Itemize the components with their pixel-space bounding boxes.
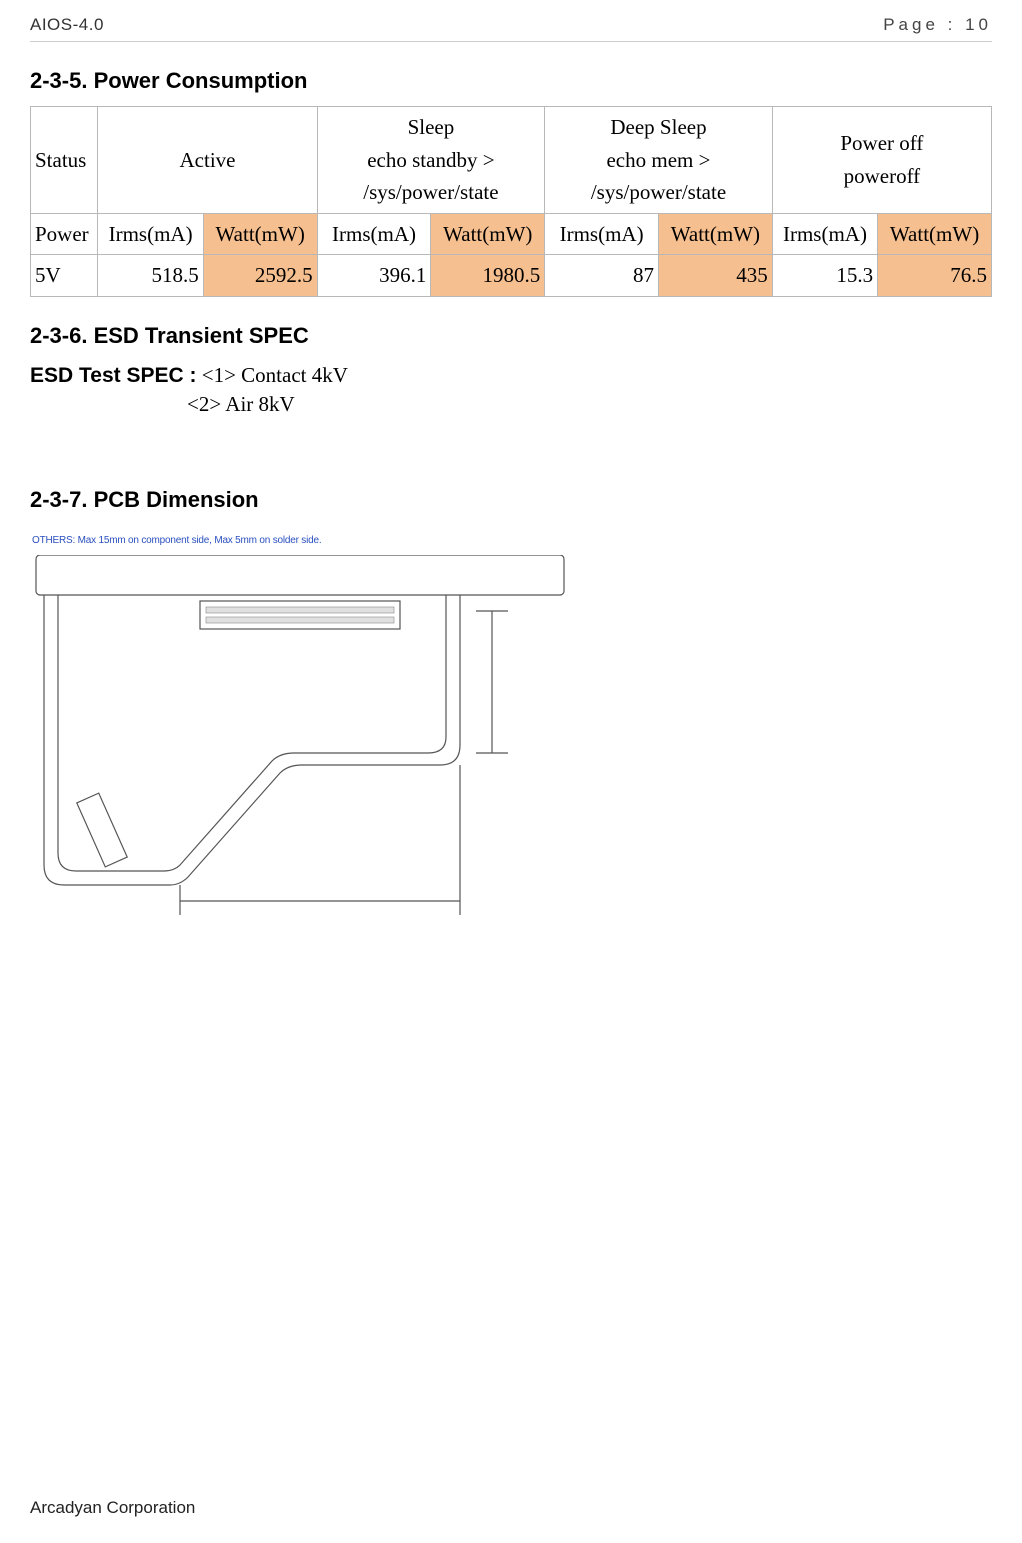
- val-deep-watt: 435: [658, 255, 772, 297]
- table-row: Power Irms(mA) Watt(mW) Irms(mA) Watt(mW…: [31, 213, 992, 255]
- section-title-esd: 2-3-6. ESD Transient SPEC: [30, 323, 992, 349]
- esd-line-2: <2> Air 8kV: [30, 392, 992, 417]
- col-header-deep-sleep: Deep Sleep echo mem > /sys/power/state: [545, 107, 773, 214]
- val-off-watt: 76.5: [878, 255, 992, 297]
- unit-watt: Watt(mW): [431, 213, 545, 255]
- esd-item2-tag: <2>: [187, 392, 221, 416]
- section-title-power-consumption: 2-3-5. Power Consumption: [30, 68, 992, 94]
- pcb-note-text: OTHERS: Max 15mm on component side, Max …: [32, 535, 321, 546]
- pcb-dimension-figure: OTHERS: Max 15mm on component side, Max …: [30, 533, 570, 978]
- table-row: Status Active Sleep echo standby > /sys/…: [31, 107, 992, 214]
- page-number: Page : 10: [883, 15, 992, 35]
- esd-label: ESD Test SPEC :: [30, 364, 196, 387]
- esd-spec-block: ESD Test SPEC : <1> Contact 4kV <2> Air …: [30, 363, 992, 417]
- unit-irms: Irms(mA): [545, 213, 659, 255]
- val-active-irms: 518.5: [98, 255, 203, 297]
- unit-irms: Irms(mA): [772, 213, 877, 255]
- pcb-drawing-icon: [30, 555, 570, 975]
- unit-watt: Watt(mW): [878, 213, 992, 255]
- page-header: AIOS-4.0 Page : 10: [30, 15, 992, 42]
- footer-company: Arcadyan Corporation: [30, 1498, 195, 1518]
- unit-watt: Watt(mW): [203, 213, 317, 255]
- power-consumption-table: Status Active Sleep echo standby > /sys/…: [30, 106, 992, 297]
- table-row: 5V 518.5 2592.5 396.1 1980.5 87 435 15.3…: [31, 255, 992, 297]
- val-active-watt: 2592.5: [203, 255, 317, 297]
- val-sleep-watt: 1980.5: [431, 255, 545, 297]
- esd-item2-val: Air 8kV: [225, 392, 294, 416]
- val-deep-irms: 87: [545, 255, 659, 297]
- esd-item1-tag: <1>: [202, 363, 236, 387]
- val-sleep-irms: 396.1: [317, 255, 431, 297]
- esd-item1-val: Contact 4kV: [241, 363, 348, 387]
- section-title-pcb: 2-3-7. PCB Dimension: [30, 487, 992, 513]
- unit-irms: Irms(mA): [317, 213, 431, 255]
- unit-irms: Irms(mA): [98, 213, 203, 255]
- unit-watt: Watt(mW): [658, 213, 772, 255]
- row-label-power: Power: [31, 213, 98, 255]
- page: AIOS-4.0 Page : 10 2-3-5. Power Consumpt…: [0, 0, 1022, 1543]
- row-label-status: Status: [31, 107, 98, 214]
- col-header-power-off: Power off poweroff: [772, 107, 991, 214]
- val-off-irms: 15.3: [772, 255, 877, 297]
- row-label-5v: 5V: [31, 255, 98, 297]
- col-header-sleep: Sleep echo standby > /sys/power/state: [317, 107, 545, 214]
- doc-id: AIOS-4.0: [30, 15, 104, 35]
- esd-line-1: ESD Test SPEC : <1> Contact 4kV: [30, 363, 992, 388]
- col-header-active: Active: [98, 107, 317, 214]
